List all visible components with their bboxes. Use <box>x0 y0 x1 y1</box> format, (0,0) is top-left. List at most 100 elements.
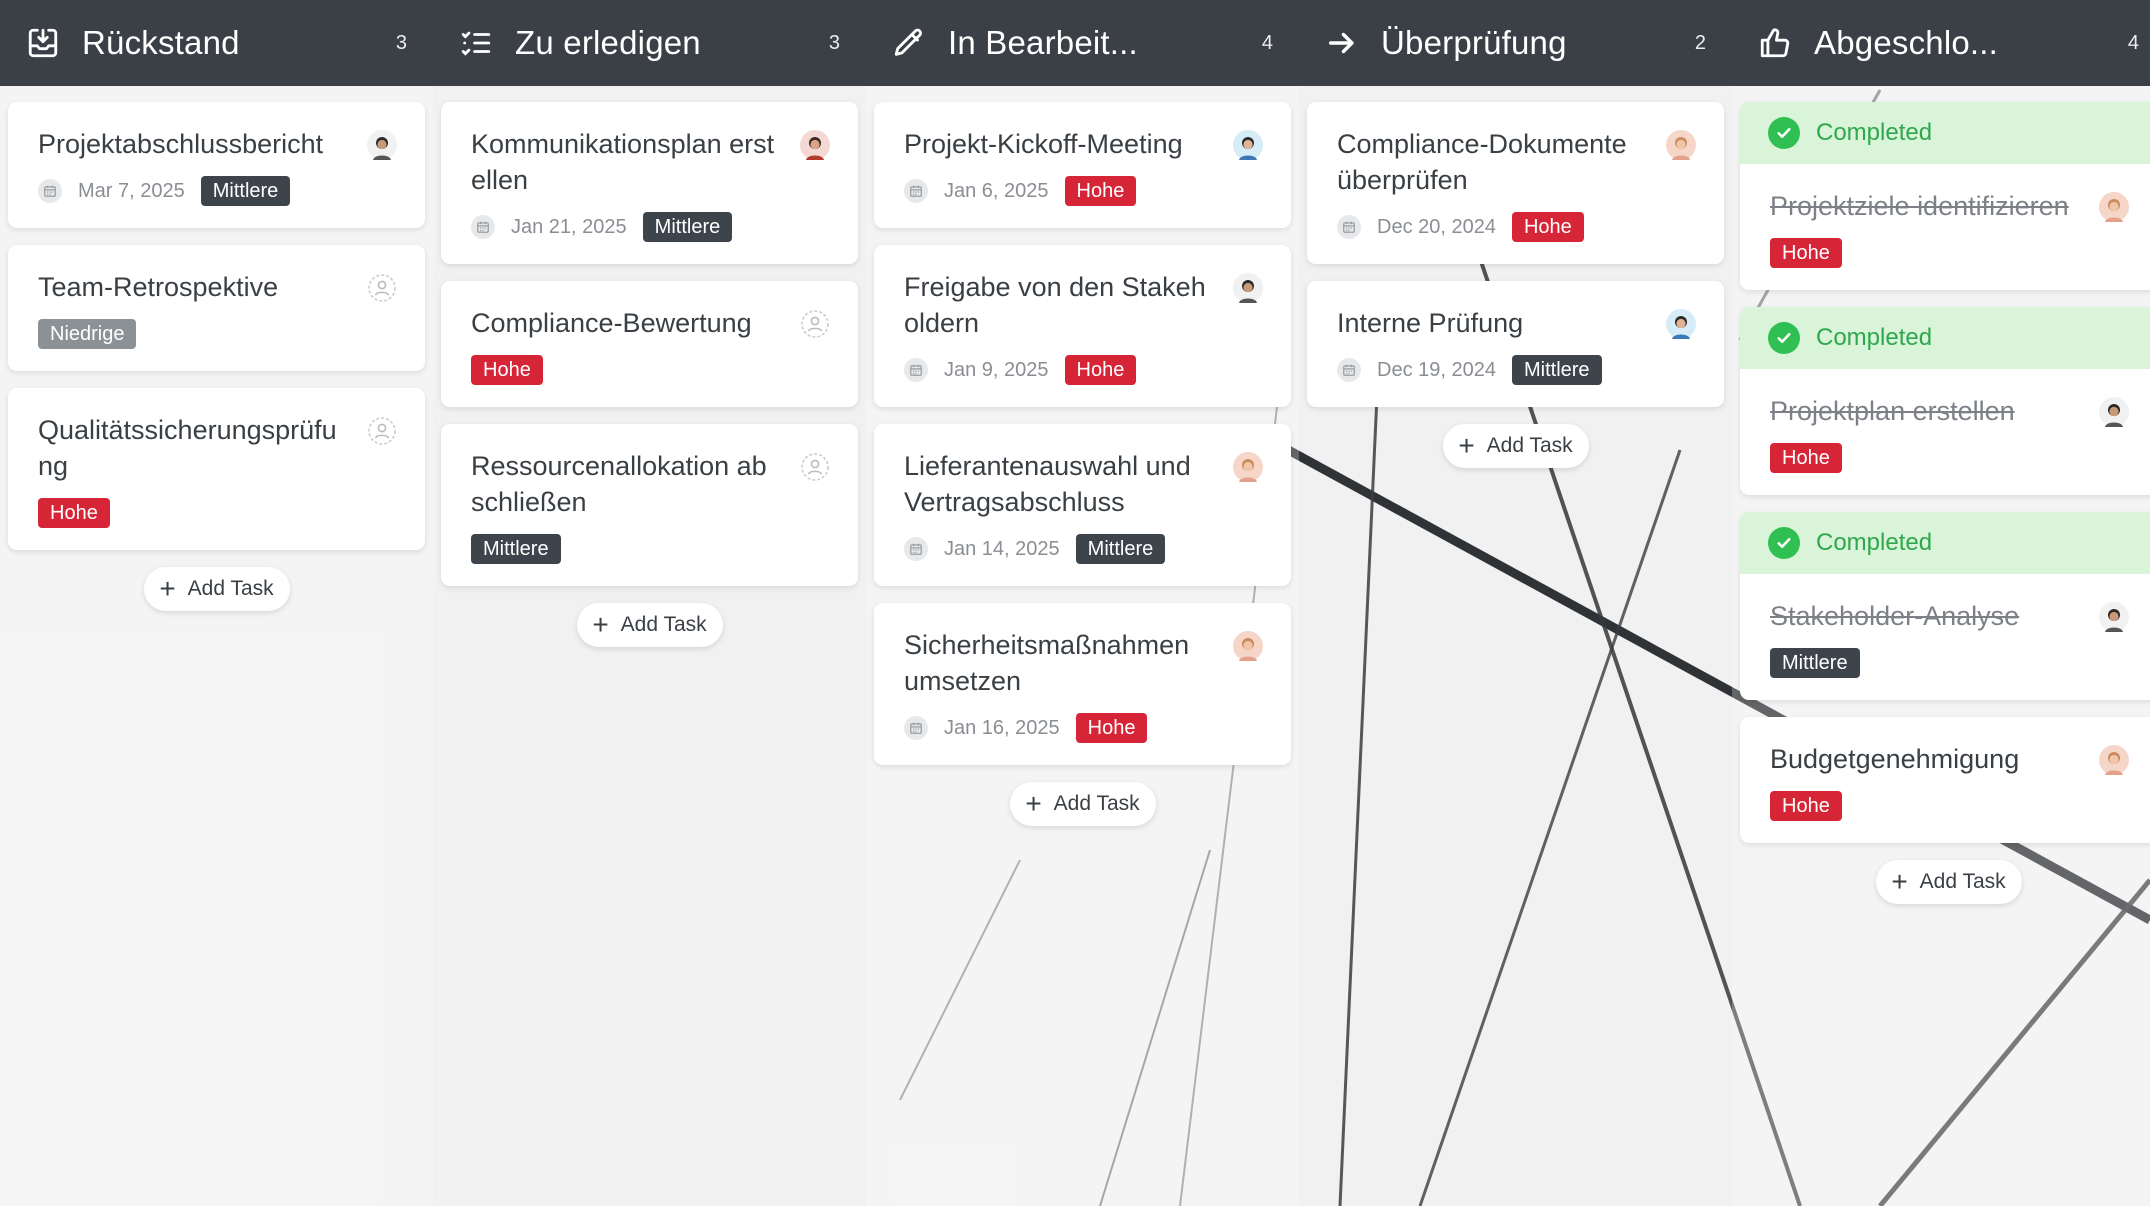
task-meta: Jan 21, 2025 Mittlere <box>471 212 834 242</box>
task-card[interactable]: Compliance-Dokumente überprüfen Dec 20, 2… <box>1307 102 1724 264</box>
completed-label: Completed <box>1816 529 1933 556</box>
task-card[interactable]: Team-Retrospektive Niedrige <box>8 245 425 371</box>
assignee-avatar[interactable] <box>2099 745 2129 775</box>
assignee-avatar[interactable] <box>1233 130 1263 160</box>
assignee-avatar[interactable] <box>1666 130 1696 160</box>
priority-badge: Mittlere <box>200 176 291 206</box>
unassigned-avatar-icon[interactable] <box>800 309 830 339</box>
add-task-button[interactable]: + Add Task <box>1875 860 2022 904</box>
card-list: Kommunikationsplan erstellen Jan 21, 2025… <box>433 86 866 647</box>
assignee-avatar[interactable] <box>1233 631 1263 661</box>
task-card[interactable]: Kommunikationsplan erstellen Jan 21, 2025… <box>441 102 858 264</box>
add-task-button[interactable]: + Add Task <box>1009 782 1156 826</box>
column-header[interactable]: Rückstand 3 <box>0 0 433 86</box>
priority-badge: Hohe <box>1770 238 1842 268</box>
task-card[interactable]: Completed Projektplan erstellen Hohe <box>1740 307 2150 495</box>
card-list: Compliance-Dokumente überprüfen Dec 20, 2… <box>1299 86 1732 468</box>
assignee-avatar[interactable] <box>2099 397 2129 427</box>
check-circle-icon <box>1768 117 1800 149</box>
due-date: Dec 20, 2024 <box>1377 215 1496 238</box>
due-date: Jan 14, 2025 <box>944 537 1060 560</box>
plus-icon: + <box>592 609 609 640</box>
add-task-button[interactable]: + Add Task <box>1442 424 1589 468</box>
unassigned-avatar-icon[interactable] <box>800 452 830 482</box>
task-card[interactable]: Projekt-Kickoff-Meeting Jan 6, 2025 Hohe <box>874 102 1291 228</box>
task-card[interactable]: Interne Prüfung Dec 19, 2024 Mittlere <box>1307 281 1724 407</box>
plus-icon: + <box>1025 788 1042 819</box>
task-meta: Jan 16, 2025 Hohe <box>904 713 1267 743</box>
task-meta: Niedrige <box>38 319 401 349</box>
task-title: Projekt-Kickoff-Meeting <box>904 129 1183 159</box>
board-column-1: Rückstand 3 Projektabschlussbericht Mar 7… <box>0 0 433 1206</box>
card-list: Projekt-Kickoff-Meeting Jan 6, 2025 Hohe Fr… <box>866 86 1299 826</box>
assignee-avatar[interactable] <box>1233 273 1263 303</box>
task-card[interactable]: Projektabschlussbericht Mar 7, 2025 Mittle… <box>8 102 425 228</box>
unassigned-avatar-icon[interactable] <box>367 416 397 446</box>
task-title: Projektabschlussbericht <box>38 129 324 159</box>
assignee-avatar[interactable] <box>2099 602 2129 632</box>
task-meta: Mittlere <box>471 534 834 564</box>
priority-badge: Mittlere <box>471 534 561 564</box>
task-card[interactable]: Qualitätssicherungsprüfung Hohe <box>8 388 425 550</box>
task-meta: Jan 14, 2025 Mittlere <box>904 534 1267 564</box>
task-meta: Hohe <box>471 355 834 385</box>
task-meta: Hohe <box>1770 238 2133 268</box>
list-icon <box>459 26 493 60</box>
task-title: Compliance-Dokumente überprüfen <box>1337 129 1627 195</box>
column-count: 3 <box>828 31 840 54</box>
column-title: Rückstand <box>82 24 240 61</box>
task-title: Sicherheitsmaßnahmen umsetzen <box>904 630 1190 696</box>
completed-banner: Completed <box>1740 512 2150 574</box>
due-date: Mar 7, 2025 <box>78 179 185 202</box>
assignee-avatar[interactable] <box>367 130 397 160</box>
calendar-icon <box>904 537 928 561</box>
task-meta: Hohe <box>1770 791 2133 821</box>
task-card[interactable]: Ressourcenallokation abschließen Mittlere <box>441 424 858 586</box>
priority-badge: Mittlere <box>1511 355 1602 385</box>
assignee-avatar[interactable] <box>800 130 830 160</box>
calendar-icon <box>904 179 928 203</box>
task-title: Kommunikationsplan erstellen <box>471 129 775 195</box>
add-task-label: Add Task <box>620 613 707 636</box>
plus-icon: + <box>159 573 176 604</box>
assignee-avatar[interactable] <box>1666 309 1696 339</box>
calendar-icon <box>904 358 928 382</box>
task-card[interactable]: Sicherheitsmaßnahmen umsetzen Jan 16, 202… <box>874 603 1291 765</box>
card-list: Projektabschlussbericht Mar 7, 2025 Mittle… <box>0 86 433 611</box>
priority-badge: Mittlere <box>1075 534 1166 564</box>
assignee-avatar[interactable] <box>1233 452 1263 482</box>
priority-badge: Niedrige <box>38 319 137 349</box>
column-title: Abgeschlo... <box>1814 24 1999 61</box>
completed-banner: Completed <box>1740 102 2150 164</box>
priority-badge: Mittlere <box>1770 648 1860 678</box>
column-header[interactable]: Überprüfung 2 <box>1299 0 1732 86</box>
column-title: In Bearbeit... <box>948 24 1138 61</box>
add-task-button[interactable]: + Add Task <box>143 567 290 611</box>
task-card[interactable]: Freigabe von den Stakeholdern Jan 9, 2025… <box>874 245 1291 407</box>
assignee-avatar[interactable] <box>2099 192 2129 222</box>
board-column-2: Zu erledigen 3 Kommunikationsplan erstel… <box>433 0 866 1206</box>
task-title: Compliance-Bewertung <box>471 308 752 338</box>
column-header[interactable]: In Bearbeit... 4 <box>866 0 1299 86</box>
task-card[interactable]: Lieferantenauswahl und Vertragsabschluss… <box>874 424 1291 586</box>
thumbs-up-icon <box>1758 26 1792 60</box>
add-task-button[interactable]: + Add Task <box>576 603 723 647</box>
task-card[interactable]: Budgetgenehmigung Hohe <box>1740 717 2150 843</box>
task-card[interactable]: Completed Projektziele identifizieren Hohe <box>1740 102 2150 290</box>
unassigned-avatar-icon[interactable] <box>367 273 397 303</box>
due-date: Jan 21, 2025 <box>511 215 627 238</box>
task-card[interactable]: Completed Stakeholder-Analyse Mittlere <box>1740 512 2150 700</box>
add-task-label: Add Task <box>1053 792 1140 815</box>
due-date: Jan 16, 2025 <box>944 716 1060 739</box>
column-header[interactable]: Abgeschlo... 4 <box>1732 0 2150 86</box>
column-header[interactable]: Zu erledigen 3 <box>433 0 866 86</box>
task-card[interactable]: Compliance-Bewertung Hohe <box>441 281 858 407</box>
task-title: Team-Retrospektive <box>38 272 279 302</box>
card-list: Completed Projektziele identifizieren Hohe… <box>1732 86 2150 904</box>
column-count: 4 <box>1261 31 1273 54</box>
calendar-icon <box>904 716 928 740</box>
task-meta: Dec 19, 2024 Mittlere <box>1337 355 1700 385</box>
column-title: Überprüfung <box>1381 24 1567 61</box>
priority-badge: Hohe <box>1770 443 1842 473</box>
board-column-5: Abgeschlo... 4 Completed Projektziele ide… <box>1732 0 2150 1206</box>
